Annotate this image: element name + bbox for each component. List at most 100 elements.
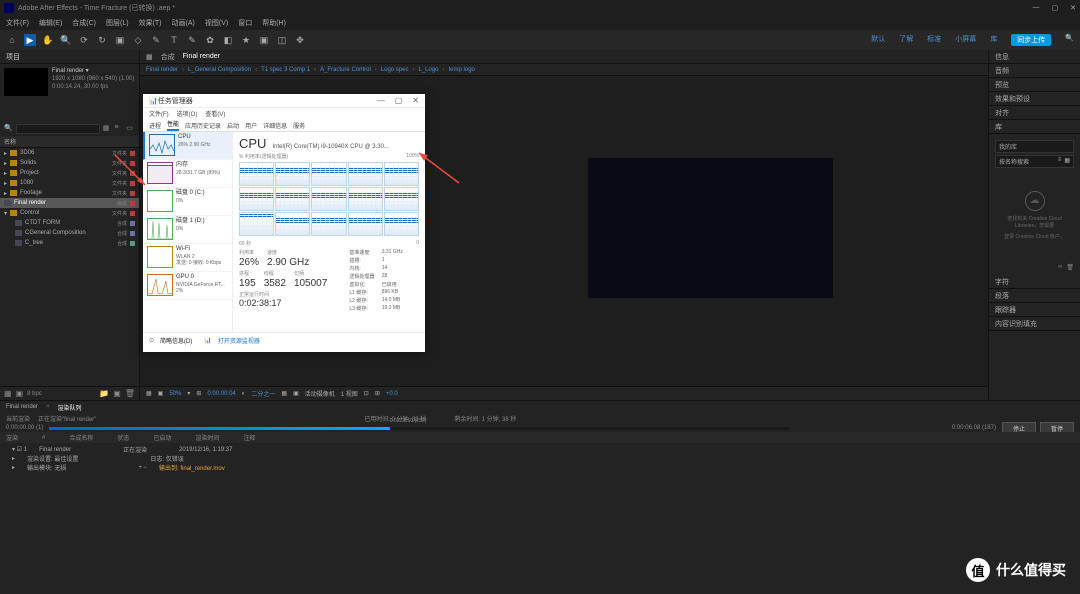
region-icon[interactable]: ◐ bbox=[242, 391, 246, 397]
menu-composition[interactable]: 合成(C) bbox=[72, 18, 96, 28]
rq-tab-comp[interactable]: Final render bbox=[6, 404, 38, 410]
sidebar-gpu[interactable]: GPU 0NVIDIA GeForce RT...2% bbox=[143, 272, 232, 300]
menu-edit[interactable]: 编辑(E) bbox=[39, 18, 62, 28]
roto-tool-icon[interactable]: ▣ bbox=[258, 34, 270, 46]
panel-audio[interactable]: 音频 bbox=[989, 64, 1080, 78]
workspace-standard[interactable]: 标准 bbox=[927, 34, 941, 46]
project-item[interactable]: CTDT FORM合成 bbox=[0, 218, 139, 228]
home-icon[interactable]: ⌂ bbox=[6, 34, 18, 46]
breadcrumb-item[interactable]: Logo spec bbox=[381, 67, 409, 73]
menu-animation[interactable]: 动画(A) bbox=[172, 18, 195, 28]
tab-details[interactable]: 详细信息 bbox=[263, 121, 287, 130]
project-search-input[interactable] bbox=[16, 124, 100, 134]
orbit-tool-icon[interactable]: ⟳ bbox=[78, 34, 90, 46]
breadcrumb-item[interactable]: temp logo bbox=[449, 67, 475, 73]
sidebar-disk-c[interactable]: 磁盘 0 (C:)0% bbox=[143, 188, 232, 216]
menu-layer[interactable]: 图层(L) bbox=[106, 18, 129, 28]
menu-options[interactable]: 选项(O) bbox=[177, 109, 198, 118]
snap-icon[interactable]: ◫ bbox=[276, 34, 288, 46]
tab-users[interactable]: 用户 bbox=[245, 121, 257, 130]
workspace-learn[interactable]: 了解 bbox=[899, 34, 913, 46]
library-dropdown[interactable]: 我的库 bbox=[995, 140, 1074, 153]
new-folder-icon[interactable]: 📁 bbox=[99, 389, 109, 398]
open-resmon-link[interactable]: 打开资源监视器 bbox=[218, 336, 260, 345]
tab-startup[interactable]: 启动 bbox=[227, 121, 239, 130]
panel-library[interactable]: 库 bbox=[989, 120, 1080, 134]
sidebar-cpu[interactable]: CPU26% 2.90 GHz bbox=[143, 132, 232, 160]
header-comp[interactable]: 合成名称 bbox=[69, 433, 93, 442]
project-item[interactable]: ▸3D06文件夹 bbox=[0, 148, 139, 158]
filter-icon[interactable]: ▦ bbox=[103, 124, 112, 134]
project-header[interactable]: 名称 bbox=[0, 136, 139, 148]
header-num[interactable]: # bbox=[42, 435, 45, 441]
tab-services[interactable]: 服务 bbox=[293, 121, 305, 130]
panel-paragraph[interactable]: 段落 bbox=[989, 289, 1080, 303]
workspace-library[interactable]: 库 bbox=[990, 34, 997, 46]
menu-file[interactable]: 文件(F) bbox=[6, 18, 29, 28]
minimize-icon[interactable]: — bbox=[1033, 4, 1040, 12]
list-view-icon[interactable]: ≡ bbox=[1058, 157, 1062, 166]
mask-overlay-icon[interactable]: ▣ bbox=[158, 390, 164, 397]
log-setting[interactable]: 日志: 仅错误 bbox=[150, 454, 183, 463]
project-item[interactable]: ▸Solids文件夹 bbox=[0, 158, 139, 168]
new-comp-icon[interactable]: ▣ bbox=[113, 389, 121, 398]
sort-icon[interactable]: ≡ bbox=[115, 124, 124, 134]
project-item[interactable]: ▸1080文件夹 bbox=[0, 178, 139, 188]
panel-effects[interactable]: 效果和预设 bbox=[989, 92, 1080, 106]
resolution[interactable]: 二分之一 bbox=[251, 389, 275, 398]
maximize-icon[interactable]: ▢ bbox=[395, 96, 403, 105]
anchor-tool-icon[interactable]: ◇ bbox=[132, 34, 144, 46]
close-icon[interactable]: ✕ bbox=[412, 96, 419, 105]
collapse-icon[interactable]: ⊙ bbox=[149, 337, 154, 344]
trash-icon[interactable]: 🗑 bbox=[1066, 264, 1074, 271]
mask-icon[interactable]: ✥ bbox=[294, 34, 306, 46]
menu-help[interactable]: 帮助(H) bbox=[262, 18, 286, 28]
panel-content-aware[interactable]: 内容识别填充 bbox=[989, 317, 1080, 331]
dropdown-icon[interactable]: ▾ bbox=[187, 390, 190, 397]
panel-tracker[interactable]: 跟踪器 bbox=[989, 303, 1080, 317]
camera-label[interactable]: 活动摄像机 bbox=[305, 389, 335, 398]
rotate-tool-icon[interactable]: ↻ bbox=[96, 34, 108, 46]
menu-view[interactable]: 视图(V) bbox=[205, 18, 228, 28]
selection-tool-icon[interactable]: ▶ bbox=[24, 34, 36, 46]
panel-align[interactable]: 对齐 bbox=[989, 106, 1080, 120]
header-started[interactable]: 已启动 bbox=[153, 433, 171, 442]
delete-icon[interactable]: 🗑 bbox=[125, 389, 135, 398]
minimize-icon[interactable]: — bbox=[377, 96, 385, 105]
breadcrumb-item[interactable]: L_General Composition bbox=[188, 67, 251, 73]
header-time[interactable]: 渲染时间 bbox=[195, 433, 219, 442]
menu-window[interactable]: 窗口 bbox=[238, 18, 252, 28]
close-icon[interactable]: ✕ bbox=[1070, 4, 1076, 12]
breadcrumb-item[interactable]: L_Logo bbox=[418, 67, 438, 73]
zoom-value[interactable]: 50% bbox=[169, 391, 181, 397]
breadcrumb-item[interactable]: T1 spec 3 Comp 1 bbox=[261, 67, 310, 73]
header-status[interactable]: 状态 bbox=[117, 433, 129, 442]
sidebar-memory[interactable]: 内存28.3/31.7 GB (89%) bbox=[143, 160, 232, 188]
grid-icon[interactable]: ▦ bbox=[146, 390, 152, 397]
bit-depth-icon[interactable]: ▣ bbox=[16, 389, 24, 398]
task-manager-window[interactable]: 📊 任务管理器 — ▢ ✕ 文件(F) 选项(O) 查看(V) 进程 性能 应用… bbox=[143, 94, 425, 352]
project-item[interactable]: ▸Project文件夹 bbox=[0, 168, 139, 178]
stamp-tool-icon[interactable]: ✿ bbox=[204, 34, 216, 46]
link-icon[interactable]: ∞ bbox=[1058, 264, 1062, 271]
project-item[interactable]: ▾Control文件夹 bbox=[0, 208, 139, 218]
project-item-selected[interactable]: Final render会议 bbox=[0, 198, 139, 208]
breadcrumb-item[interactable]: A_Fracture Control bbox=[320, 67, 371, 73]
hand-tool-icon[interactable]: ✋ bbox=[42, 34, 54, 46]
project-item[interactable]: CGeneral Composition合成 bbox=[0, 228, 139, 238]
render-settings[interactable]: 渲染设置: 最佳设置 bbox=[27, 454, 78, 463]
panel-preview[interactable]: 预览 bbox=[989, 78, 1080, 92]
workspace-small[interactable]: 小屏幕 bbox=[955, 34, 976, 46]
search-toolbar-icon[interactable]: 🔍 bbox=[1065, 34, 1074, 46]
menu-effect[interactable]: 效果(T) bbox=[139, 18, 162, 28]
sync-upload-button[interactable]: 同步上传 bbox=[1011, 34, 1051, 46]
sidebar-disk-d[interactable]: 磁盘 1 (D:)0% bbox=[143, 216, 232, 244]
misc-icon2[interactable]: ⊞ bbox=[375, 390, 380, 397]
comp-tab-active[interactable]: Final render bbox=[183, 53, 220, 60]
guide-icon[interactable]: ▦ bbox=[281, 390, 287, 397]
brush-tool-icon[interactable]: ✎ bbox=[186, 34, 198, 46]
current-time[interactable]: 0:00:00:04 bbox=[207, 391, 235, 397]
header-render[interactable]: 渲染 bbox=[6, 433, 18, 442]
camera-tool-icon[interactable]: ▣ bbox=[114, 34, 126, 46]
panel-info[interactable]: 信息 bbox=[989, 50, 1080, 64]
